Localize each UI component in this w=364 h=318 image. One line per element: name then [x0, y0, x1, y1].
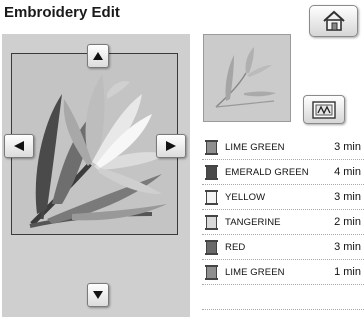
embroidery-design-area[interactable]: [11, 53, 178, 235]
arrow-down-icon: [93, 291, 103, 299]
flower-design-image: [29, 74, 170, 228]
move-down-button[interactable]: [87, 283, 109, 307]
thread-color-list[interactable]: LIME GREEN 3 min EMERALD GREEN 4 min YEL…: [202, 135, 364, 310]
thread-spool-icon: [205, 164, 218, 180]
thread-spool-icon: [205, 139, 218, 155]
thread-color-name: RED: [225, 241, 246, 253]
thread-color-row[interactable]: LIME GREEN 3 min: [202, 135, 364, 160]
arrow-left-icon: [14, 141, 24, 151]
thread-color-name: LIME GREEN: [225, 266, 285, 278]
thread-sew-time: 4 min: [334, 166, 361, 178]
move-left-button[interactable]: [4, 134, 34, 158]
move-right-button[interactable]: [156, 134, 186, 158]
thread-color-name: LIME GREEN: [225, 141, 285, 153]
thread-spool-icon: [205, 264, 218, 280]
thread-color-name: EMERALD GREEN: [225, 166, 309, 178]
thumbnail-flower-image: [215, 47, 276, 108]
frame-scan-button[interactable]: [303, 95, 345, 124]
empty-list-row: [202, 285, 364, 310]
thread-color-row[interactable]: TANGERINE 2 min: [202, 210, 364, 235]
thread-spool-icon: [205, 189, 218, 205]
thread-color-row[interactable]: RED 3 min: [202, 235, 364, 260]
thread-sew-time: 1 min: [334, 266, 361, 278]
home-button[interactable]: [309, 5, 358, 37]
thread-color-row[interactable]: LIME GREEN 1 min: [202, 260, 364, 285]
frame-scan-icon: [312, 100, 336, 119]
thread-color-name: TANGERINE: [225, 216, 281, 228]
arrow-up-icon: [93, 52, 103, 60]
design-thumbnail: [203, 34, 291, 122]
move-up-button[interactable]: [87, 44, 109, 68]
thread-sew-time: 2 min: [334, 216, 361, 228]
thread-sew-time: 3 min: [334, 141, 361, 153]
thread-sew-time: 3 min: [334, 191, 361, 203]
thread-color-row[interactable]: YELLOW 3 min: [202, 185, 364, 210]
thread-color-name: YELLOW: [225, 191, 266, 203]
arrow-right-icon: [166, 141, 176, 151]
home-icon: [322, 10, 345, 31]
screen-title: Embroidery Edit: [4, 4, 120, 21]
thread-spool-icon: [205, 239, 218, 255]
thread-color-row[interactable]: EMERALD GREEN 4 min: [202, 160, 364, 185]
thread-sew-time: 3 min: [334, 241, 361, 253]
thread-spool-icon: [205, 214, 218, 230]
